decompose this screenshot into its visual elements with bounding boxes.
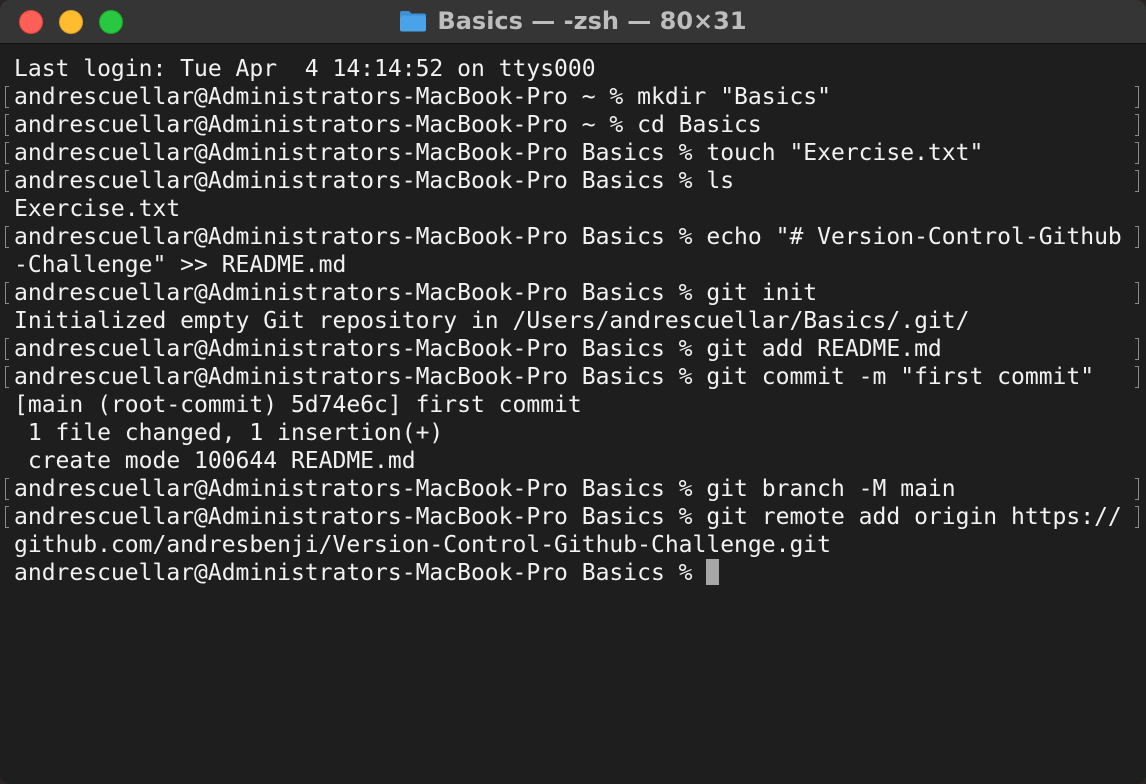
command-mark-left [5, 86, 9, 108]
terminal-line: [main (root-commit) 5d74e6c] first commi… [0, 391, 1146, 419]
text-cursor [706, 559, 720, 585]
terminal-line: andrescuellar@Administrators-MacBook-Pro… [0, 475, 1146, 503]
prompt-line: andrescuellar@Administrators-MacBook-Pro… [0, 559, 1146, 587]
terminal-line-text: github.com/andresbenji/Version-Control-G… [14, 532, 831, 558]
terminal-line: Initialized empty Git repository in /Use… [0, 307, 1146, 335]
terminal-line-text: andrescuellar@Administrators-MacBook-Pro… [14, 504, 1122, 530]
command-mark-right [1135, 114, 1139, 136]
terminal-line-text: Initialized empty Git repository in /Use… [14, 308, 970, 334]
command-mark-left [5, 506, 9, 528]
terminal-line: andrescuellar@Administrators-MacBook-Pro… [0, 83, 1146, 111]
command-mark-left [5, 114, 9, 136]
terminal-line: andrescuellar@Administrators-MacBook-Pro… [0, 363, 1146, 391]
terminal-line: github.com/andresbenji/Version-Control-G… [0, 531, 1146, 559]
terminal-line-text: Exercise.txt [14, 196, 181, 222]
title-bar[interactable]: Basics — -zsh — 80×31 [0, 0, 1146, 44]
terminal-line: andrescuellar@Administrators-MacBook-Pro… [0, 111, 1146, 139]
command-mark-right [1135, 86, 1139, 108]
terminal-line-text: andrescuellar@Administrators-MacBook-Pro… [14, 336, 942, 362]
folder-icon [400, 11, 427, 32]
prompt-text: andrescuellar@Administrators-MacBook-Pro… [14, 560, 707, 586]
terminal-line: Last login: Tue Apr 4 14:14:52 on ttys00… [0, 55, 1146, 83]
command-mark-left [5, 338, 9, 360]
command-mark-left [5, 366, 9, 388]
terminal-line-text: andrescuellar@Administrators-MacBook-Pro… [14, 140, 984, 166]
terminal-line-text: andrescuellar@Administrators-MacBook-Pro… [14, 476, 956, 502]
terminal-line-text: andrescuellar@Administrators-MacBook-Pro… [14, 224, 1122, 250]
terminal-line-text: create mode 100644 README.md [14, 448, 416, 474]
terminal-line-text: andrescuellar@Administrators-MacBook-Pro… [14, 364, 1095, 390]
terminal-line: 1 file changed, 1 insertion(+) [0, 419, 1146, 447]
terminal-line-text: Last login: Tue Apr 4 14:14:52 on ttys00… [14, 56, 596, 82]
window-title-area: Basics — -zsh — 80×31 [0, 0, 1146, 42]
terminal-line-text: andrescuellar@Administrators-MacBook-Pro… [14, 112, 762, 138]
command-mark-left [5, 142, 9, 164]
terminal-line-text: [main (root-commit) 5d74e6c] first commi… [14, 392, 582, 418]
command-mark-right [1135, 506, 1139, 528]
terminal-line-text: andrescuellar@Administrators-MacBook-Pro… [14, 280, 818, 306]
terminal-line: andrescuellar@Administrators-MacBook-Pro… [0, 139, 1146, 167]
window-title: Basics — -zsh — 80×31 [437, 7, 747, 35]
command-mark-left [5, 226, 9, 248]
terminal-line: andrescuellar@Administrators-MacBook-Pro… [0, 503, 1146, 531]
terminal-line-text: andrescuellar@Administrators-MacBook-Pro… [14, 168, 735, 194]
terminal-line-text: -Challenge" >> README.md [14, 252, 347, 278]
command-mark-right [1135, 142, 1139, 164]
terminal-line: Exercise.txt [0, 195, 1146, 223]
terminal-line: -Challenge" >> README.md [0, 251, 1146, 279]
terminal-line-text: andrescuellar@Administrators-MacBook-Pro… [14, 84, 831, 110]
command-mark-right [1135, 226, 1139, 248]
terminal-window: Basics — -zsh — 80×31 Last login: Tue Ap… [0, 0, 1146, 784]
terminal-line: andrescuellar@Administrators-MacBook-Pro… [0, 279, 1146, 307]
command-mark-left [5, 282, 9, 304]
terminal-line-text: 1 file changed, 1 insertion(+) [14, 420, 444, 446]
terminal-line: create mode 100644 README.md [0, 447, 1146, 475]
command-mark-left [5, 170, 9, 192]
command-mark-right [1135, 170, 1139, 192]
terminal-line: andrescuellar@Administrators-MacBook-Pro… [0, 223, 1146, 251]
terminal-line: andrescuellar@Administrators-MacBook-Pro… [0, 335, 1146, 363]
command-mark-right [1135, 478, 1139, 500]
command-mark-right [1135, 282, 1139, 304]
terminal-output[interactable]: Last login: Tue Apr 4 14:14:52 on ttys00… [0, 44, 1146, 784]
terminal-line: andrescuellar@Administrators-MacBook-Pro… [0, 167, 1146, 195]
command-mark-left [5, 478, 9, 500]
command-mark-right [1135, 338, 1139, 360]
command-mark-right [1135, 366, 1139, 388]
